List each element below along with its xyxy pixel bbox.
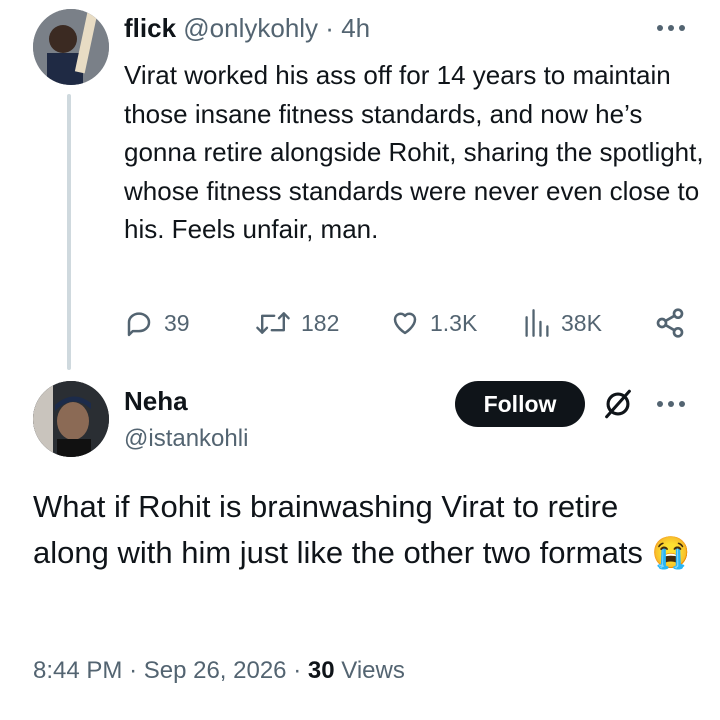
parent-handle[interactable]: @onlykohly	[183, 13, 318, 43]
avatar-flick[interactable]	[33, 9, 109, 85]
parent-tweet-text: Virat worked his ass off for 14 years to…	[124, 60, 704, 244]
avatar-image	[33, 381, 109, 457]
repost-icon	[255, 308, 291, 338]
reply-count: 39	[164, 309, 190, 336]
parent-separator: ·	[325, 13, 334, 43]
reply-action[interactable]: 39	[124, 303, 190, 343]
views-icon	[523, 308, 551, 338]
parent-time[interactable]: 4h	[341, 13, 370, 43]
more-icon[interactable]	[651, 393, 691, 415]
thread-line	[67, 94, 71, 370]
reply-views-count: 30	[307, 657, 335, 684]
parent-display-name[interactable]: flick	[124, 13, 176, 43]
follow-button[interactable]: Follow	[455, 381, 585, 427]
avatar-neha[interactable]	[33, 381, 109, 457]
reply-icon	[124, 308, 154, 338]
like-icon	[390, 308, 420, 338]
like-count: 1.3K	[430, 309, 478, 336]
avatar-image	[33, 9, 109, 85]
repost-action[interactable]: 182	[255, 303, 339, 343]
more-icon[interactable]	[651, 17, 691, 39]
parent-header: flick @onlykohly · 4h	[124, 12, 370, 44]
reply-handle[interactable]: @istankohli	[124, 423, 248, 455]
reply-tweet-text: What if Rohit is brainwashing Virat to r…	[33, 484, 693, 576]
views-count: 38K	[561, 309, 602, 336]
reply-display-name[interactable]: Neha	[124, 385, 188, 417]
like-action[interactable]: 1.3K	[390, 303, 477, 343]
reply-date[interactable]: Sep 26, 2026	[144, 657, 287, 684]
share-icon[interactable]	[654, 303, 686, 343]
reply-views-label: Views	[341, 657, 405, 684]
meta-separator: ·	[293, 657, 302, 684]
views-action[interactable]: 38K	[523, 303, 602, 343]
crying-emoji: 😭	[651, 535, 691, 570]
grok-icon[interactable]	[601, 387, 635, 421]
reply-text-body: What if Rohit is brainwashing Virat to r…	[33, 489, 643, 570]
reply-time[interactable]: 8:44 PM	[33, 657, 122, 684]
repost-count: 182	[301, 309, 340, 336]
meta-separator: ·	[129, 657, 138, 684]
reply-metadata: 8:44 PM · Sep 26, 2026 · 30 Views	[33, 655, 405, 687]
